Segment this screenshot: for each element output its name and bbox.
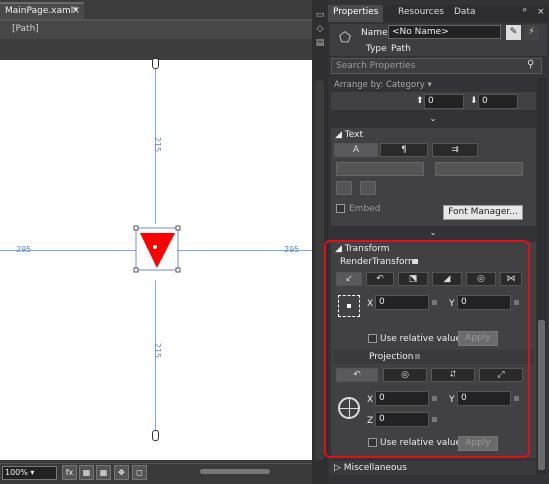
path-object-icon: ⬠ [338, 30, 352, 46]
horizontal-scrollbar[interactable] [200, 469, 270, 474]
resize-handle[interactable] [175, 225, 181, 231]
breadcrumb[interactable]: [Path] [0, 21, 312, 39]
bottom-guide-line [155, 280, 156, 440]
search-icon[interactable]: ⚲ [527, 59, 534, 70]
font-size-dropdown[interactable] [435, 162, 523, 176]
panel-tabs: Properties Resources Data ᵖ × [328, 5, 549, 22]
code-view-icon[interactable]: ◇ [315, 24, 325, 34]
layout-field[interactable]: 0 [424, 94, 464, 109]
zoom-dropdown[interactable]: 100% ▾ [2, 466, 57, 480]
triangle-path[interactable] [140, 233, 175, 268]
snap-grid-button[interactable]: ▦ [96, 465, 111, 480]
search-input[interactable]: Search Properties [331, 58, 542, 74]
tab-resources[interactable]: Resources [393, 5, 449, 22]
arrow-up-icon: ⬆ [416, 96, 424, 106]
zoom-value: 100% [5, 468, 28, 477]
document-tab-label: MainPage.xaml* [5, 6, 78, 16]
bold-button[interactable] [336, 181, 352, 195]
font-manager-button[interactable]: Font Manager... [443, 205, 523, 220]
close-icon[interactable]: × [72, 5, 80, 16]
top-anchor-handle[interactable] [152, 58, 159, 69]
misc-section-title[interactable]: ▷ Miscellaneous [334, 463, 407, 473]
highlight-annotation [324, 240, 530, 458]
selected-path-shape[interactable] [131, 224, 181, 276]
layout-field[interactable]: 0 [478, 94, 518, 109]
name-input[interactable]: <No Name> [388, 25, 501, 39]
lightning-icon[interactable]: ⚡ [524, 25, 539, 40]
snap-lines-button[interactable]: ✥ [114, 465, 129, 480]
resize-handle[interactable] [133, 225, 139, 231]
text-section-title[interactable]: ◢ Text [335, 130, 363, 140]
left-dimension: 295 [16, 245, 32, 254]
embed-label: Embed [349, 204, 381, 214]
tab-data[interactable]: Data [449, 5, 481, 22]
tab-properties[interactable]: Properties [328, 5, 384, 22]
arrange-by-dropdown[interactable]: Arrange by: Category ▾ [334, 80, 432, 90]
indent-tab[interactable]: ⇉ [432, 143, 478, 157]
pin-icon[interactable]: ᵖ [518, 5, 532, 22]
resize-handle[interactable] [175, 267, 181, 273]
split-view-icon[interactable]: ▤ [315, 38, 325, 48]
top-dimension: 215 [153, 136, 163, 153]
type-value: Path [391, 44, 411, 54]
close-icon[interactable]: × [532, 5, 549, 22]
effects-button[interactable]: fx [62, 465, 77, 480]
annotations-button[interactable]: ◻ [132, 465, 147, 480]
italic-button[interactable] [360, 181, 376, 195]
expand-chevron-icon[interactable]: ⌄ [330, 114, 536, 125]
grid-button[interactable]: ▦ [79, 465, 94, 480]
font-tab[interactable]: A [334, 143, 378, 157]
resize-handle[interactable] [133, 267, 139, 273]
bottom-dimension: 215 [153, 342, 163, 359]
name-label: Name [361, 28, 388, 38]
document-tab[interactable]: MainPage.xaml* × [0, 2, 84, 19]
stage-margin [0, 39, 312, 60]
bottom-anchor-handle[interactable] [152, 430, 159, 441]
paragraph-tab[interactable]: ¶ [380, 143, 428, 157]
expand-chevron-icon[interactable]: ⌄ [330, 228, 536, 239]
vertical-scrollbar[interactable] [315, 80, 324, 460]
design-view-icon[interactable]: ▭ [315, 10, 325, 20]
arrow-down-icon: ⬇ [470, 96, 478, 106]
center-point [153, 245, 157, 249]
embed-checkbox[interactable] [336, 204, 345, 213]
type-label: Type [366, 44, 387, 54]
wrench-icon[interactable]: ✎ [506, 25, 521, 40]
right-dimension: 295 [284, 245, 300, 254]
panel-scrollbar-thumb[interactable] [538, 320, 545, 470]
font-family-dropdown[interactable] [336, 162, 424, 176]
